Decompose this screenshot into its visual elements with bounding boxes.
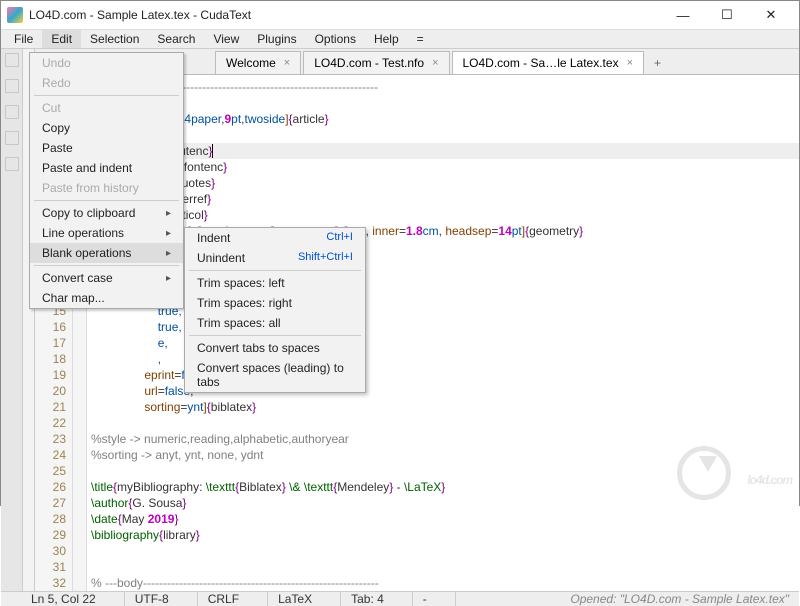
submenu-item-trim-spaces-left[interactable]: Trim spaces: left (185, 273, 365, 293)
menu-overflow[interactable]: = (408, 30, 433, 48)
menu-help[interactable]: Help (365, 30, 408, 48)
minimize-button[interactable]: — (661, 1, 705, 29)
maximize-button[interactable]: ☐ (705, 1, 749, 29)
menu-plugins[interactable]: Plugins (248, 30, 305, 48)
menu-edit[interactable]: Edit (42, 30, 81, 48)
submenu-item-trim-spaces-right[interactable]: Trim spaces: right (185, 293, 365, 313)
edit-menu-dropdown: UndoRedo CutCopyPastePaste and indentPast… (29, 52, 184, 309)
close-icon[interactable]: × (432, 57, 438, 69)
menu-item-copy[interactable]: Copy (30, 118, 183, 138)
tab-testnfo[interactable]: LO4D.com - Test.nfo × (303, 51, 449, 74)
close-icon[interactable]: × (284, 57, 290, 69)
status-opened: Opened: "LO4D.com - Sample Latex.tex" (560, 592, 799, 606)
submenu-item-unindent[interactable]: UnindentShift+Ctrl+I (185, 248, 365, 268)
menu-item-paste[interactable]: Paste (30, 138, 183, 158)
close-button[interactable]: ✕ (749, 1, 793, 29)
menu-item-cut: Cut (30, 98, 183, 118)
menu-item-convert-case[interactable]: Convert case▸ (30, 268, 183, 288)
status-position[interactable]: Ln 5, Col 22 (1, 592, 125, 606)
menu-item-redo: Redo (30, 73, 183, 93)
menu-item-paste-from-history: Paste from history (30, 178, 183, 198)
close-icon[interactable]: × (627, 57, 633, 69)
sidebar-icon[interactable] (5, 131, 19, 145)
app-icon (7, 7, 23, 23)
tab-latex[interactable]: LO4D.com - Sa…le Latex.tex × (452, 51, 645, 74)
menu-search[interactable]: Search (148, 30, 204, 48)
submenu-item-convert-spaces-leading-to-tabs[interactable]: Convert spaces (leading) to tabs (185, 358, 365, 392)
submenu-item-indent[interactable]: IndentCtrl+I (185, 228, 365, 248)
activity-bar (1, 49, 23, 591)
sidebar-icon[interactable] (5, 53, 19, 67)
sidebar-icon[interactable] (5, 79, 19, 93)
sidebar-icon[interactable] (5, 105, 19, 119)
app-window: LO4D.com - Sample Latex.tex - CudaText —… (0, 0, 800, 506)
statusbar: Ln 5, Col 22 UTF-8 CRLF LaTeX Tab: 4 - O… (1, 591, 799, 606)
menu-item-copy-to-clipboard[interactable]: Copy to clipboard▸ (30, 203, 183, 223)
new-tab-button[interactable]: + (646, 52, 669, 74)
tab-label: LO4D.com - Test.nfo (314, 56, 424, 70)
status-tabmode[interactable]: - (413, 592, 456, 606)
submenu-item-trim-spaces-all[interactable]: Trim spaces: all (185, 313, 365, 333)
tab-label: LO4D.com - Sa…le Latex.tex (463, 56, 619, 70)
menu-item-undo: Undo (30, 53, 183, 73)
menu-item-line-operations[interactable]: Line operations▸ (30, 223, 183, 243)
status-encoding[interactable]: UTF-8 (125, 592, 198, 606)
menu-item-char-map-[interactable]: Char map... (30, 288, 183, 308)
status-lexer[interactable]: LaTeX (268, 592, 341, 606)
window-title: LO4D.com - Sample Latex.tex - CudaText (29, 8, 661, 22)
menu-item-paste-and-indent[interactable]: Paste and indent (30, 158, 183, 178)
blank-operations-submenu: IndentCtrl+IUnindentShift+Ctrl+I Trim spa… (184, 227, 366, 393)
menu-view[interactable]: View (204, 30, 248, 48)
submenu-item-convert-tabs-to-spaces[interactable]: Convert tabs to spaces (185, 338, 365, 358)
tab-label: Welcome (226, 56, 276, 70)
menu-item-blank-operations[interactable]: Blank operations▸ (30, 243, 183, 263)
menubar: File Edit Selection Search View Plugins … (1, 30, 799, 49)
menu-selection[interactable]: Selection (81, 30, 148, 48)
menu-options[interactable]: Options (306, 30, 365, 48)
menu-file[interactable]: File (5, 30, 42, 48)
status-tab[interactable]: Tab: 4 (341, 592, 413, 606)
titlebar: LO4D.com - Sample Latex.tex - CudaText —… (1, 1, 799, 30)
status-eol[interactable]: CRLF (198, 592, 268, 606)
tab-welcome[interactable]: Welcome × (215, 51, 301, 74)
sidebar-icon[interactable] (5, 157, 19, 171)
